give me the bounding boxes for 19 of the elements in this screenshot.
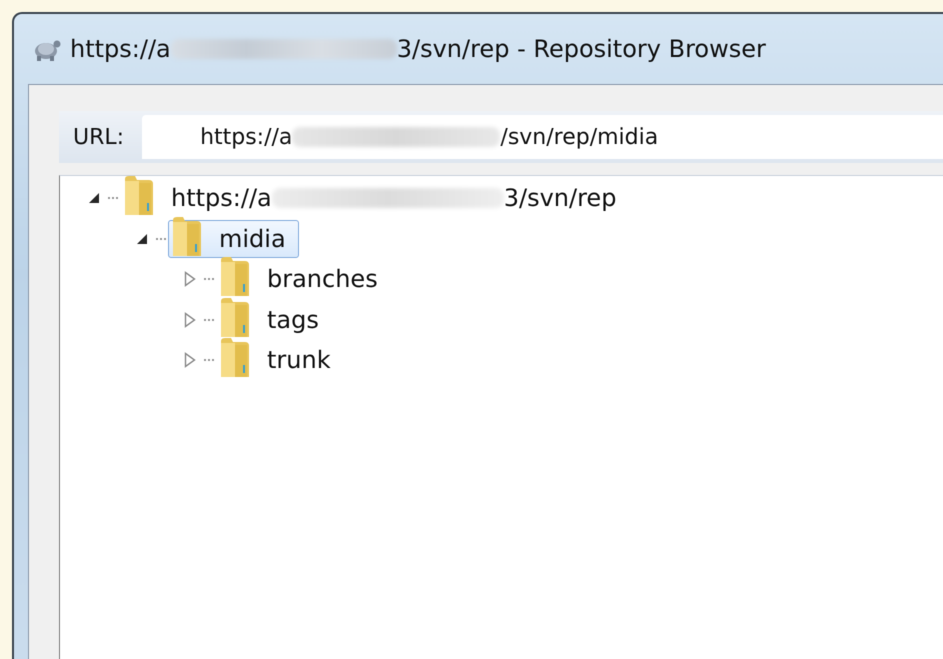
tree-item[interactable]: trunk — [216, 341, 344, 380]
expand-triangle-icon[interactable] — [184, 271, 196, 288]
folder-icon — [171, 216, 203, 258]
window-title: 3/svn/rep - Repository Browser — [396, 35, 766, 63]
folder-icon — [219, 337, 251, 380]
collapse-triangle-icon[interactable] — [136, 232, 148, 245]
tree-item[interactable]: tags — [216, 300, 332, 339]
window-title: https://a — [70, 35, 171, 63]
expand-triangle-icon[interactable] — [184, 312, 196, 328]
url-field[interactable]: https://a /svn/rep/midia — [142, 115, 943, 159]
collapse-triangle-icon[interactable] — [88, 192, 100, 204]
tree-item[interactable]: https://a 3/svn/rep — [120, 179, 630, 218]
folder-icon — [123, 175, 155, 218]
tree-item[interactable]: midia — [168, 220, 299, 258]
folder-icon — [219, 296, 251, 339]
expand-triangle-icon[interactable] — [184, 352, 196, 368]
folder-icon — [219, 256, 251, 298]
tree-item[interactable]: branches — [216, 260, 391, 298]
url-label: URL: — [72, 124, 126, 150]
